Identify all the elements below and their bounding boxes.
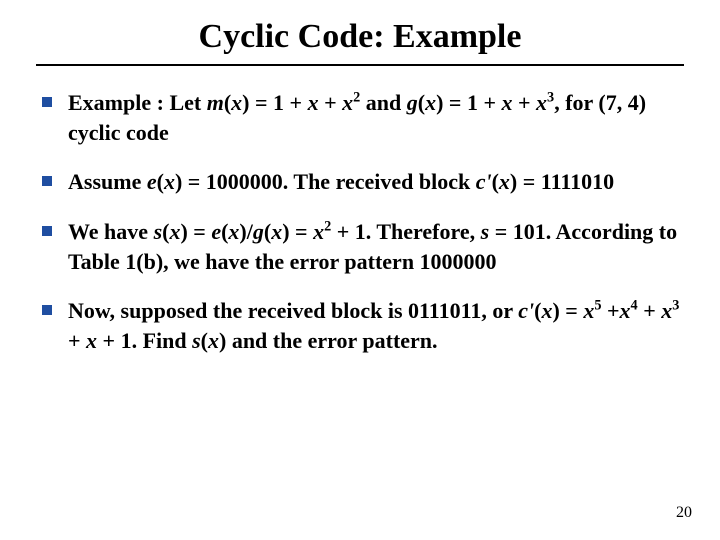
- bullet-marker-icon: [42, 226, 52, 236]
- page-number: 20: [676, 504, 692, 522]
- list-item: We have s(x) = e(x)/g(x) = x2 + 1. There…: [42, 217, 684, 276]
- title-underline: [36, 64, 684, 66]
- bullet-text: We have s(x) = e(x)/g(x) = x2 + 1. There…: [68, 217, 684, 276]
- bullet-list: Example : Let m(x) = 1 + x + x2 and g(x)…: [36, 88, 684, 356]
- bullet-marker-icon: [42, 305, 52, 315]
- list-item: Example : Let m(x) = 1 + x + x2 and g(x)…: [42, 88, 684, 147]
- bullet-text: Now, supposed the received block is 0111…: [68, 296, 684, 355]
- bullet-marker-icon: [42, 176, 52, 186]
- bullet-marker-icon: [42, 97, 52, 107]
- bullet-text: Example : Let m(x) = 1 + x + x2 and g(x)…: [68, 88, 684, 147]
- bullet-text: Assume e(x) = 1000000. The received bloc…: [68, 167, 614, 197]
- list-item: Now, supposed the received block is 0111…: [42, 296, 684, 355]
- slide: Cyclic Code: Example Example : Let m(x) …: [0, 0, 720, 540]
- slide-title: Cyclic Code: Example: [36, 18, 684, 64]
- list-item: Assume e(x) = 1000000. The received bloc…: [42, 167, 684, 197]
